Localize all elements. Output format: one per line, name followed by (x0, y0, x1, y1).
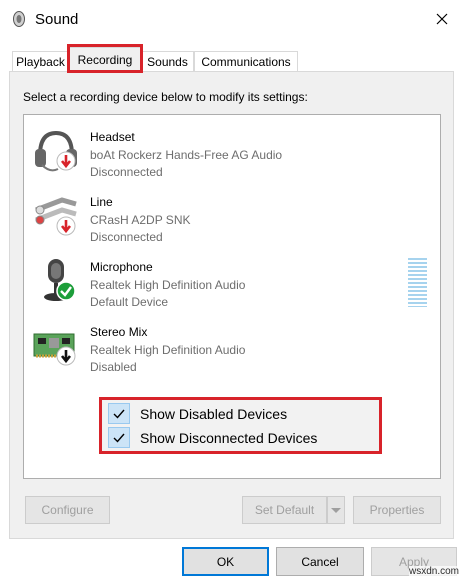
black-down-arrow-badge-icon (56, 346, 76, 369)
properties-button[interactable]: Properties (353, 496, 441, 524)
microphone-icon (32, 255, 80, 305)
menu-item-label: Show Disconnected Devices (140, 430, 318, 446)
device-status: Disconnected (90, 165, 163, 179)
device-status: Disconnected (90, 230, 163, 244)
set-default-button[interactable]: Set Default (242, 496, 327, 524)
tab-communications[interactable]: Communications (194, 51, 298, 71)
device-description: boAt Rockerz Hands-Free AG Audio (90, 148, 283, 162)
speaker-icon (11, 10, 27, 28)
headset-icon (32, 125, 80, 175)
green-check-badge-icon (56, 281, 76, 304)
close-icon (436, 13, 448, 28)
device-name: Microphone (90, 260, 153, 274)
device-name: Headset (90, 130, 135, 144)
window-title: Sound (35, 11, 79, 28)
device-description: Realtek High Definition Audio (90, 343, 246, 357)
configure-button[interactable]: Configure (25, 496, 110, 524)
device-name: Stereo Mix (90, 325, 148, 339)
device-description: Realtek High Definition Audio (90, 278, 246, 292)
sound-card-icon (32, 320, 80, 370)
title-bar: Sound (0, 0, 465, 40)
device-item-microphone[interactable]: Microphone Realtek High Definition Audio… (24, 251, 440, 311)
device-name: Line (90, 195, 113, 209)
microphone-level-meter (408, 258, 427, 307)
device-status: Default Device (90, 295, 169, 309)
red-down-arrow-badge-icon (56, 151, 76, 174)
set-default-dropdown-button[interactable] (327, 496, 345, 524)
menu-item-show-disconnected-devices[interactable]: Show Disconnected Devices (105, 426, 375, 449)
tab-sounds[interactable]: Sounds (141, 51, 194, 71)
device-item-stereo-mix[interactable]: Stereo Mix Realtek High Definition Audio… (24, 316, 440, 376)
device-description: CRasH A2DP SNK (90, 213, 191, 227)
checkmark-icon (108, 403, 130, 424)
cancel-button[interactable]: Cancel (276, 547, 364, 576)
ok-button[interactable]: OK (182, 547, 269, 576)
line-in-cable-icon (32, 190, 80, 240)
device-item-headset[interactable]: Headset boAt Rockerz Hands-Free AG Audio… (24, 121, 440, 181)
instruction-text: Select a recording device below to modif… (23, 90, 308, 104)
red-down-arrow-badge-icon (56, 216, 76, 239)
close-button[interactable] (424, 6, 460, 34)
chevron-down-icon (331, 503, 341, 517)
device-item-line[interactable]: Line CRasH A2DP SNK Disconnected (24, 186, 440, 246)
tab-recording[interactable]: Recording (69, 47, 141, 72)
device-status: Disabled (90, 360, 137, 374)
menu-item-label: Show Disabled Devices (140, 406, 288, 422)
menu-item-show-disabled-devices[interactable]: Show Disabled Devices (105, 402, 375, 425)
context-menu: Show Disabled Devices Show Disconnected … (99, 397, 382, 454)
watermark: wsxdn.com (409, 566, 460, 577)
checkmark-icon (108, 427, 130, 448)
tab-playback[interactable]: Playback (12, 51, 69, 71)
